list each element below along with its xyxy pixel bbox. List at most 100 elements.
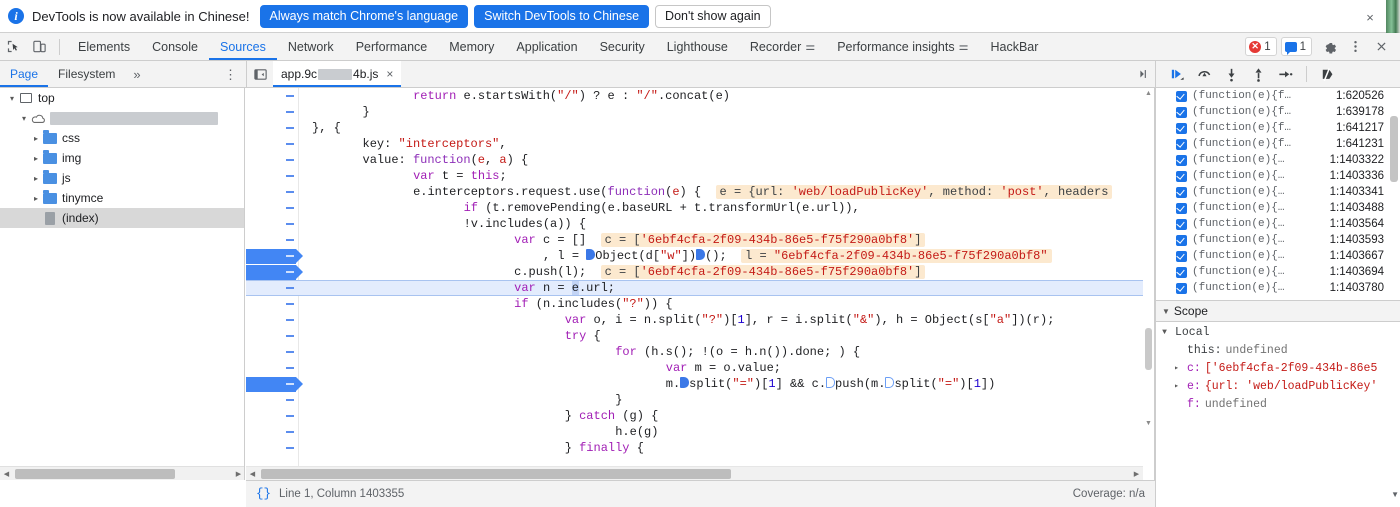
code-text[interactable]: value: function(e, a) { — [363, 152, 529, 168]
scrollbar-thumb[interactable] — [15, 468, 175, 479]
code-text[interactable]: var o, i = n.split("?")[1], r = i.split(… — [565, 312, 1055, 328]
breakpoints-list[interactable]: (function(e){f… 1:620526 (function(e){f… 1:… — [1156, 88, 1400, 300]
tree-item-domain[interactable]: ▾ — [0, 108, 244, 128]
tab-elements[interactable]: Elements — [67, 33, 141, 60]
breakpoint-row[interactable]: (function(e){… 1:1403322 — [1156, 152, 1400, 168]
breakpoint-row[interactable]: (function(e){… 1:1403488 — [1156, 200, 1400, 216]
breakpoint-checkbox[interactable] — [1176, 202, 1187, 214]
code-text[interactable]: var n = e.url; — [514, 280, 615, 296]
tab-hackbar[interactable]: HackBar — [979, 33, 1049, 60]
navigator-tab-page[interactable]: Page — [0, 61, 48, 87]
tree-item-tinymce[interactable]: ▸ tinymce — [0, 188, 244, 208]
message-count-badge[interactable]: 1 — [1280, 37, 1312, 56]
breakpoint-checkbox[interactable] — [1176, 170, 1187, 182]
breakpoint-row[interactable]: (function(e){f… 1:641231 — [1156, 136, 1400, 152]
close-notification-icon[interactable]: × — [1362, 9, 1378, 25]
source-code-editor[interactable]: return e.startsWith("/") ? e : "/".conca… — [246, 88, 1155, 480]
scrollbar-track[interactable] — [259, 467, 1130, 481]
chevron-down-icon[interactable]: ▾ — [6, 94, 18, 103]
kebab-menu-icon[interactable] — [1342, 34, 1368, 60]
breakpoint-checkbox[interactable] — [1176, 218, 1187, 230]
chevron-right-icon[interactable]: ▸ — [1170, 381, 1183, 391]
show-navigator-icon[interactable] — [247, 61, 273, 87]
step-into-next-function-call-button[interactable] — [1218, 61, 1245, 87]
scope-variable-row[interactable]: ▸ c: ['6ebf4cfa-2f09-434b-86e5 — [1156, 359, 1400, 377]
close-editor-tab-icon[interactable]: × — [384, 67, 395, 81]
code-text[interactable]: if (n.includes("?")) { — [514, 296, 672, 312]
breakpoint-row[interactable]: (function(e){… 1:1403564 — [1156, 216, 1400, 232]
code-text[interactable]: var c = [] c = ['6ebf4cfa-2f09-434b-86e5… — [514, 232, 926, 248]
breakpoint-checkbox[interactable] — [1176, 234, 1187, 246]
chevron-down-icon[interactable]: ▼ — [1162, 307, 1170, 316]
breakpoint-checkbox[interactable] — [1176, 138, 1187, 150]
tab-lighthouse[interactable]: Lighthouse — [656, 33, 739, 60]
scope-group-local[interactable]: ▼ Local — [1156, 323, 1400, 341]
tab-security[interactable]: Security — [589, 33, 656, 60]
tab-memory[interactable]: Memory — [438, 33, 505, 60]
breakpoint-checkbox[interactable] — [1176, 282, 1187, 294]
breakpoint-row[interactable]: (function(e){… 1:1403593 — [1156, 232, 1400, 248]
breakpoint-checkbox[interactable] — [1176, 266, 1187, 278]
code-text[interactable]: , l = Object(d["w"]) (); l = "6ebf4cfa-2f… — [543, 248, 1052, 264]
tab-performance[interactable]: Performance — [345, 33, 439, 60]
scrollbar-thumb[interactable] — [1145, 328, 1152, 370]
breakpoint-checkbox[interactable] — [1176, 250, 1187, 262]
code-line[interactable] — [246, 392, 1154, 408]
code-text[interactable]: return e.startsWith("/") ? e : "/".conca… — [413, 88, 730, 104]
breakpoints-scrollbar[interactable] — [1388, 88, 1400, 300]
breakpoint-row[interactable]: (function(e){… 1:1403694 — [1156, 264, 1400, 280]
code-line[interactable] — [246, 216, 1154, 232]
navigator-options-kebab-icon[interactable]: ⋮ — [216, 68, 245, 81]
scroll-right-icon[interactable]: ▶ — [232, 470, 244, 478]
editor-horizontal-scrollbar[interactable]: ◀ ▶ — [246, 466, 1143, 480]
error-count-badge[interactable]: ✕ 1 — [1245, 37, 1277, 56]
tree-item-index[interactable]: (index) — [0, 208, 244, 228]
tab-recorder[interactable]: Recorder ⚌ — [739, 33, 826, 60]
code-line[interactable] — [246, 104, 1154, 120]
tab-performance-insights[interactable]: Performance insights ⚌ — [826, 33, 979, 60]
code-text[interactable]: !v.includes(a)) { — [464, 216, 586, 232]
tab-sources[interactable]: Sources — [209, 33, 277, 60]
chevron-down-icon[interactable]: ▼ — [1158, 328, 1171, 337]
close-devtools-icon[interactable] — [1368, 34, 1394, 60]
chevron-right-icon[interactable]: ▸ — [30, 134, 42, 143]
breakpoint-row[interactable]: (function(e){f… 1:641217 — [1156, 120, 1400, 136]
code-text[interactable]: e.interceptors.request.use(function(e) {… — [413, 184, 1113, 200]
scrollbar-thumb[interactable] — [1390, 116, 1398, 182]
scrollbar-track[interactable] — [13, 467, 232, 481]
code-lines-container[interactable]: return e.startsWith("/") ? e : "/".conca… — [246, 88, 1154, 480]
chevron-down-icon[interactable]: ▾ — [18, 114, 30, 123]
editor-tab-app-js[interactable]: app.9c 4b.js × — [273, 61, 402, 87]
editor-vertical-scrollbar[interactable]: ▲ ▼ — [1143, 88, 1154, 466]
code-line[interactable] — [246, 296, 1154, 312]
code-line[interactable] — [246, 280, 1154, 296]
code-text[interactable]: for (h.s(); !(o = h.n()).done; ) { — [615, 344, 860, 360]
code-line[interactable] — [246, 328, 1154, 344]
tree-item-css[interactable]: ▸ css — [0, 128, 244, 148]
code-line[interactable] — [246, 440, 1154, 456]
breakpoint-checkbox[interactable] — [1176, 122, 1187, 134]
scroll-right-icon[interactable]: ▶ — [1130, 470, 1143, 478]
breakpoint-checkbox[interactable] — [1176, 106, 1187, 118]
breakpoint-row[interactable]: (function(e){… 1:1403667 — [1156, 248, 1400, 264]
code-text[interactable]: try { — [565, 328, 601, 344]
tab-console[interactable]: Console — [141, 33, 209, 60]
tree-item-js[interactable]: ▸ js — [0, 168, 244, 188]
code-text[interactable]: var t = this; — [413, 168, 507, 184]
tab-application[interactable]: Application — [505, 33, 588, 60]
code-text[interactable]: }, { — [312, 120, 341, 136]
inspect-element-icon[interactable] — [0, 34, 26, 60]
tree-item-img[interactable]: ▸ img — [0, 148, 244, 168]
breakpoint-checkbox[interactable] — [1176, 186, 1187, 198]
tree-item-top[interactable]: ▾ top — [0, 88, 244, 108]
editor-tab-overflow-icon[interactable] — [1131, 61, 1155, 87]
scope-scrollbar[interactable]: ▼ — [1388, 323, 1400, 507]
breakpoint-checkbox[interactable] — [1176, 90, 1187, 102]
chevron-right-icon[interactable]: ▸ — [30, 174, 42, 183]
device-toolbar-icon[interactable] — [26, 34, 52, 60]
pretty-print-icon[interactable]: {} — [256, 487, 271, 501]
step-out-of-current-function-button[interactable] — [1245, 61, 1272, 87]
resume-script-execution-button[interactable] — [1164, 61, 1191, 87]
code-text[interactable]: c.push(l); c = ['6ebf4cfa-2f09-434b-86e5… — [514, 264, 926, 280]
code-text[interactable]: } catch (g) { — [565, 408, 659, 424]
